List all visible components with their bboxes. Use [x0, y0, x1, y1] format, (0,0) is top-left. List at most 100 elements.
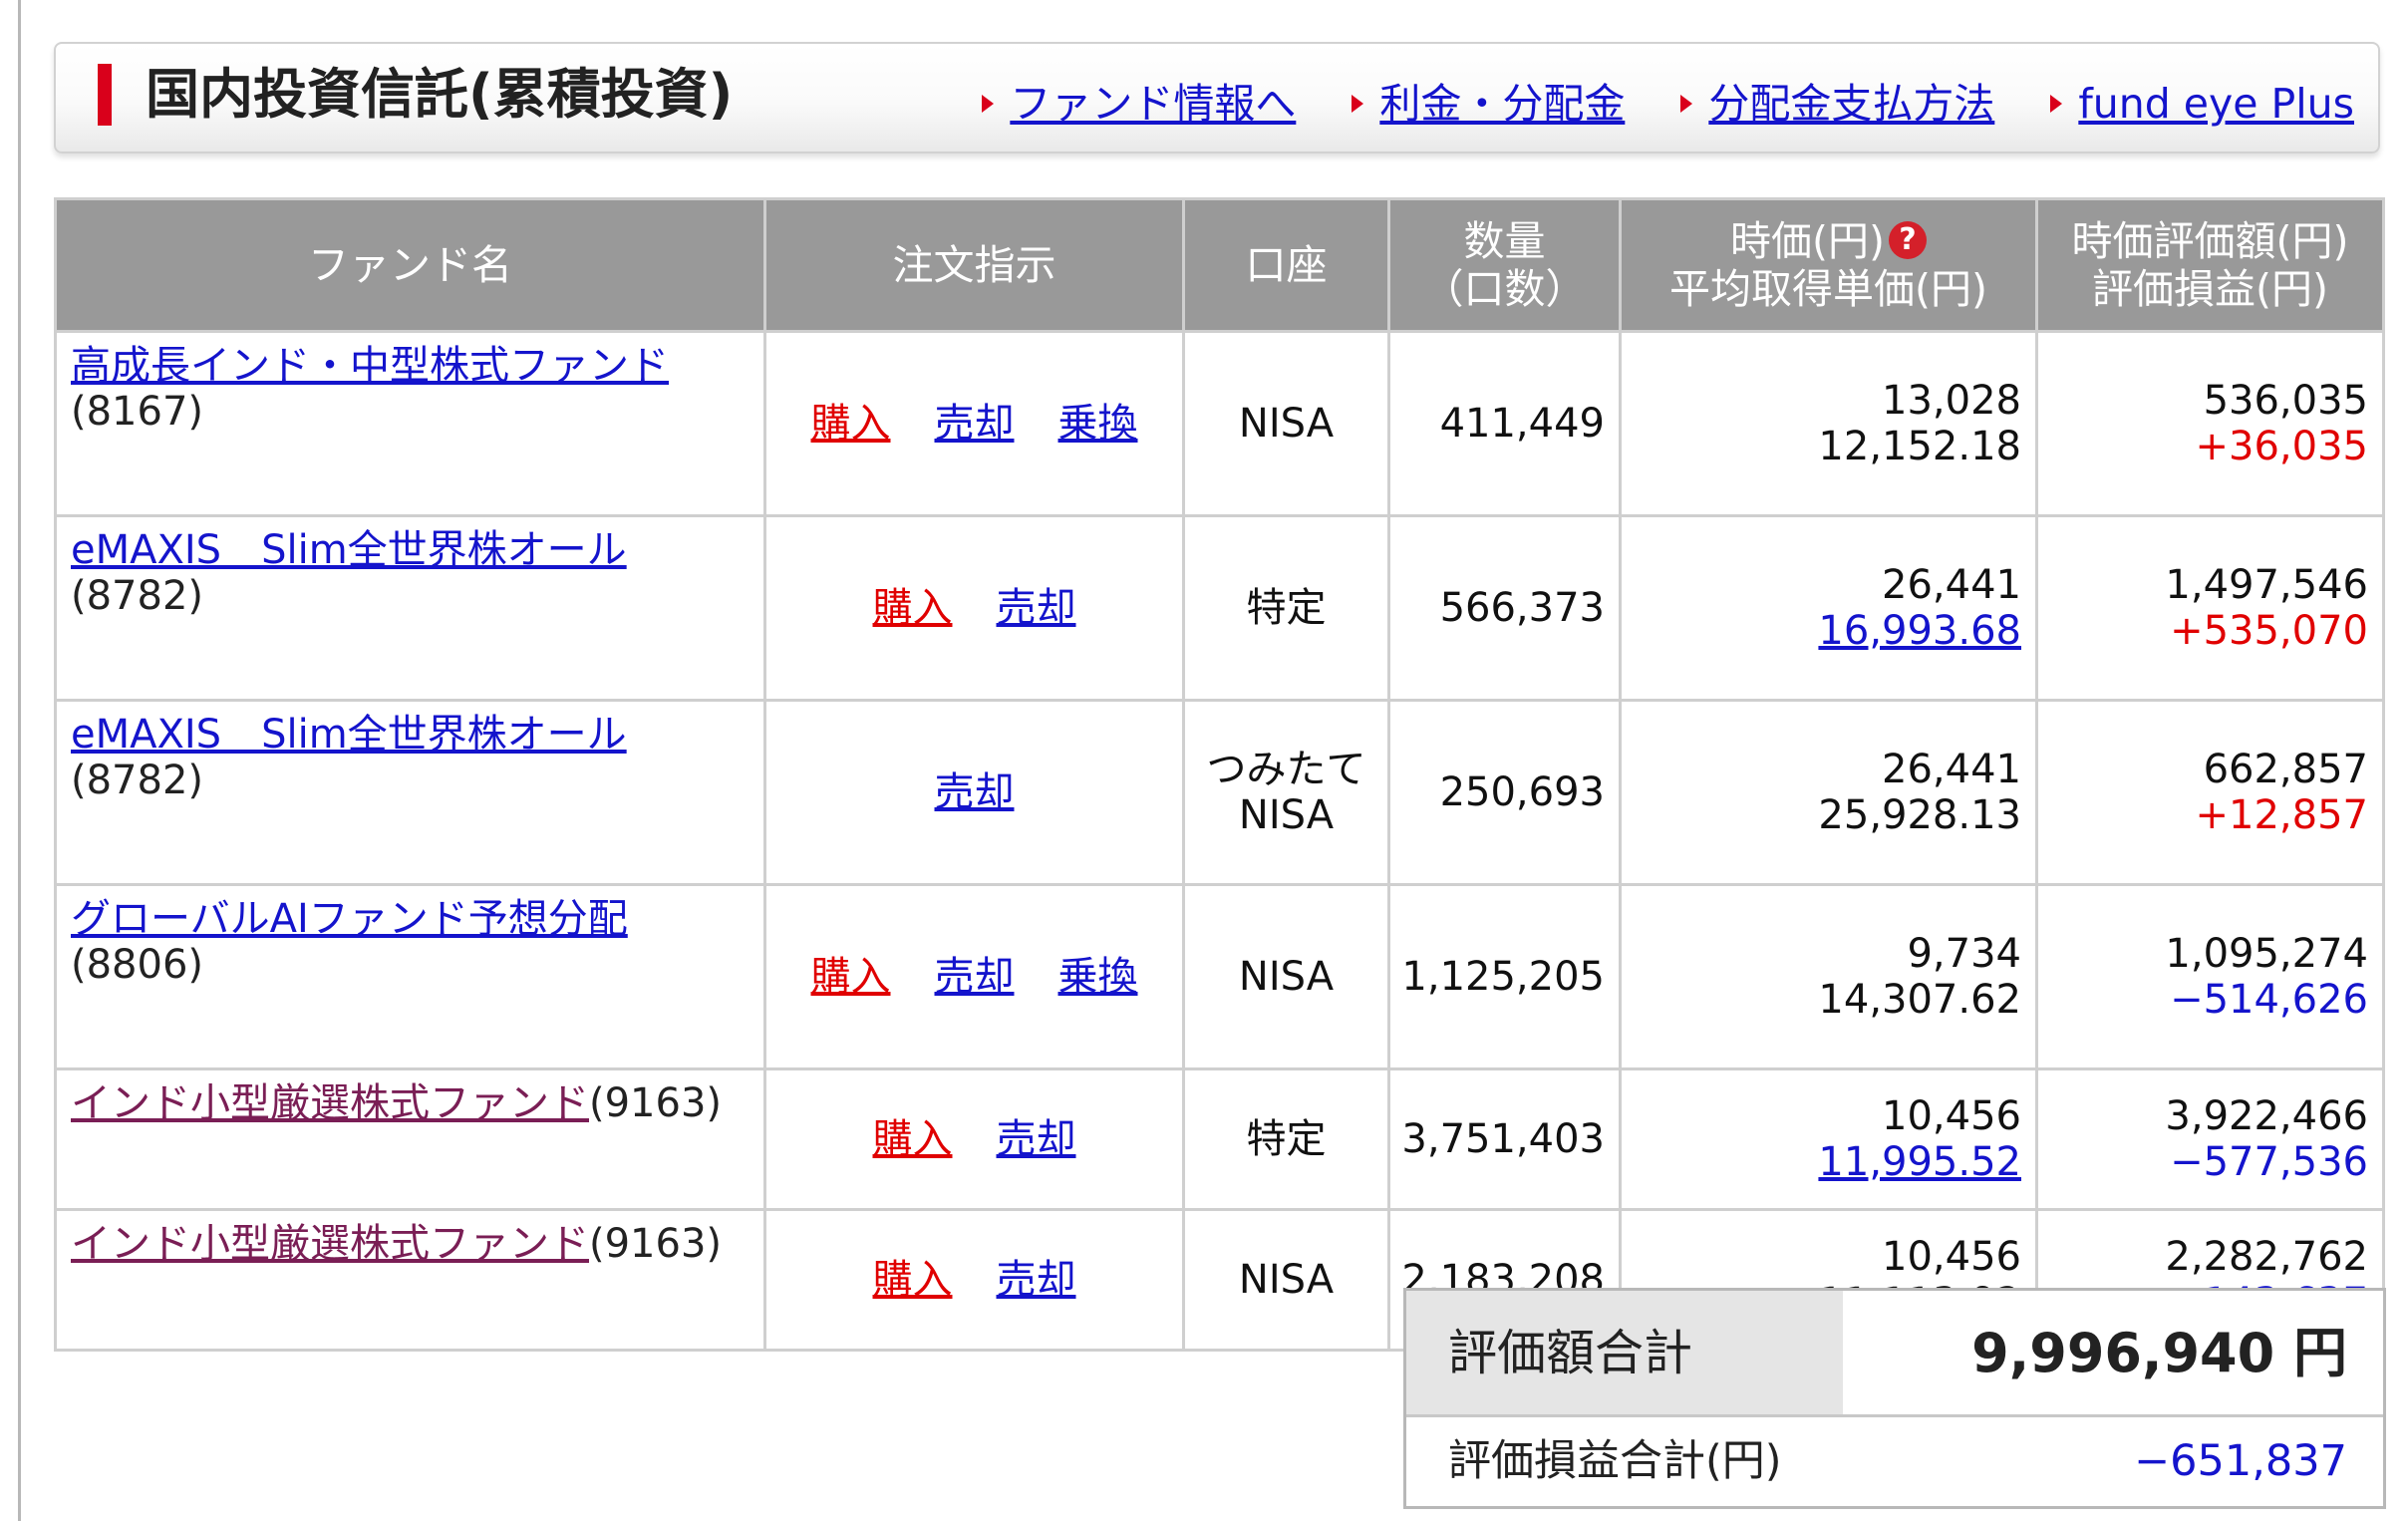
triangle-bullet-icon [1680, 95, 1693, 113]
col-header-price-label: 時価(円) [1730, 217, 1885, 265]
triangle-bullet-icon [2050, 95, 2063, 113]
sell-link[interactable]: 売却 [935, 769, 1015, 815]
holdings-table: ファンド名 注文指示 口座 数量 （口数） 時価(円)? 平均取得単価(円) 時… [54, 197, 2385, 1352]
fund-eye-plus-link-label[interactable]: fund eye Plus [2078, 80, 2354, 128]
fund-code: (8782) [71, 758, 204, 803]
price-cell: 13,028 12,152.18 [1619, 330, 2038, 517]
switch-link[interactable]: 乗換 [1058, 401, 1138, 447]
fund-cell: インド小型厳選株式ファンド(9163) [54, 1067, 766, 1211]
col-header-price-line2: 平均取得単価(円) [1669, 265, 1987, 313]
profit-loss: +12,857 [2195, 792, 2368, 838]
price-cell: 10,456 11,995.52 [1619, 1067, 2038, 1211]
col-header-quantity: 数量 （口数） [1387, 197, 1622, 333]
account-type: 特定 [1182, 514, 1390, 702]
quantity: 250,693 [1387, 699, 1622, 886]
buy-link[interactable]: 購入 [873, 1116, 953, 1162]
header-links: ファンド情報へ 利金・分配金 分配金支払方法 fund eye Plus [982, 80, 2354, 128]
buy-link[interactable]: 購入 [811, 401, 891, 447]
dividends-link-label[interactable]: 利金・分配金 [1379, 80, 1625, 128]
section-header: 国内投資信託(累積投資) ファンド情報へ 利金・分配金 分配金支払方法 fund… [54, 42, 2380, 153]
market-value: 1,497,546 [2165, 562, 2368, 608]
fund-cell: グローバルAIファンド予想分配 (8806) [54, 883, 766, 1070]
sell-link[interactable]: 売却 [997, 1257, 1076, 1303]
payout-method-link[interactable]: 分配金支払方法 [1680, 80, 1994, 128]
fund-code: (9163) [589, 1221, 723, 1267]
col-header-price-line1: 時価(円)? [1623, 217, 2034, 265]
account-type: つみたて NISA [1182, 699, 1390, 886]
total-value-label-cell: 評価額合計 [1406, 1291, 1843, 1414]
profit-loss: +36,035 [2195, 424, 2368, 469]
average-cost: 12,152.18 [1818, 424, 2021, 469]
col-header-order: 注文指示 [763, 197, 1185, 333]
col-header-fund: ファンド名 [54, 197, 766, 333]
fund-name-link[interactable]: インド小型厳選株式ファンド [71, 1221, 589, 1267]
payout-method-link-label[interactable]: 分配金支払方法 [1708, 80, 1994, 128]
table-row: eMAXIS Slim全世界株オール (8782) 売却 つみたて NISA 2… [54, 699, 2385, 886]
value-cell: 1,095,274 −514,626 [2035, 883, 2385, 1070]
value-cell: 3,922,466 −577,536 [2035, 1067, 2385, 1211]
title-accent-bar [98, 64, 112, 126]
fund-code: (8806) [71, 942, 204, 988]
price-cell: 26,441 25,928.13 [1619, 699, 2038, 886]
average-cost: 25,928.13 [1818, 792, 2021, 838]
sell-link[interactable]: 売却 [935, 401, 1015, 447]
fund-code: (9163) [589, 1080, 723, 1126]
sell-link[interactable]: 売却 [997, 1116, 1076, 1162]
fund-name-link[interactable]: インド小型厳選株式ファンド [71, 1080, 589, 1126]
fund-name-link[interactable]: 高成長インド・中型株式ファンド [71, 343, 669, 389]
total-value-row: 評価額合計 9,996,940 円 [1406, 1291, 2383, 1417]
current-price: 13,028 [1882, 378, 2021, 424]
value-cell: 1,497,546 +535,070 [2035, 514, 2385, 702]
market-value: 1,095,274 [2165, 931, 2368, 977]
triangle-bullet-icon [1352, 95, 1364, 113]
order-cell: 売却 [763, 699, 1185, 886]
col-header-quantity-line2: （口数） [1422, 265, 1587, 313]
buy-link[interactable]: 購入 [873, 585, 953, 631]
table-header-row: ファンド名 注文指示 口座 数量 （口数） 時価(円)? 平均取得単価(円) 時… [54, 197, 2385, 333]
market-value: 3,922,466 [2165, 1093, 2368, 1139]
section-title: 国内投資信託(累積投資) [146, 63, 734, 126]
table-row: eMAXIS Slim全世界株オール (8782) 購入 売却 特定 566,37… [54, 514, 2385, 702]
quantity: 411,449 [1387, 330, 1622, 517]
price-cell: 9,734 14,307.62 [1619, 883, 2038, 1070]
fund-info-link[interactable]: ファンド情報へ [982, 80, 1296, 128]
fund-info-link-label[interactable]: ファンド情報へ [1010, 80, 1296, 128]
current-price: 26,441 [1882, 747, 2021, 792]
account-type: NISA [1182, 330, 1390, 517]
table-row: インド小型厳選株式ファンド(9163) 購入 売却 特定 3,751,403 10… [54, 1067, 2385, 1211]
fund-cell: eMAXIS Slim全世界株オール (8782) [54, 514, 766, 702]
order-cell: 購入 売却 [763, 514, 1185, 702]
fund-cell: 高成長インド・中型株式ファンド (8167) [54, 330, 766, 517]
fund-name-link[interactable]: eMAXIS Slim全世界株オール [71, 712, 627, 758]
fund-name-link[interactable]: グローバルAIファンド予想分配 [71, 896, 628, 942]
quantity: 566,373 [1387, 514, 1622, 702]
average-cost-link[interactable]: 16,993.68 [1818, 608, 2021, 654]
sell-link[interactable]: 売却 [997, 585, 1076, 631]
dividends-link[interactable]: 利金・分配金 [1352, 80, 1625, 128]
fund-name-link[interactable]: eMAXIS Slim全世界株オール [71, 527, 627, 573]
col-header-quantity-line1: 数量 [1463, 217, 1546, 265]
col-header-price: 時価(円)? 平均取得単価(円) [1619, 197, 2038, 333]
fund-cell: インド小型厳選株式ファンド(9163) [54, 1208, 766, 1352]
sell-link[interactable]: 売却 [935, 954, 1015, 1000]
value-cell: 662,857 +12,857 [2035, 699, 2385, 886]
account-type: 特定 [1182, 1067, 1390, 1211]
price-cell: 26,441 16,993.68 [1619, 514, 2038, 702]
current-price: 9,734 [1907, 931, 2021, 977]
help-icon[interactable]: ? [1889, 221, 1927, 259]
buy-link[interactable]: 購入 [873, 1257, 953, 1303]
buy-link[interactable]: 購入 [811, 954, 891, 1000]
fund-eye-plus-link[interactable]: fund eye Plus [2050, 80, 2354, 128]
profit-loss: −514,626 [2170, 977, 2368, 1023]
account-type: NISA [1182, 1208, 1390, 1352]
account-type-line2: NISA [1238, 792, 1335, 838]
switch-link[interactable]: 乗換 [1058, 954, 1138, 1000]
average-cost-link[interactable]: 11,995.52 [1818, 1139, 2021, 1185]
fund-cell: eMAXIS Slim全世界株オール (8782) [54, 699, 766, 886]
col-header-account: 口座 [1182, 197, 1390, 333]
value-cell: 536,035 +36,035 [2035, 330, 2385, 517]
quantity: 3,751,403 [1387, 1067, 1622, 1211]
profit-loss: −577,536 [2170, 1139, 2368, 1185]
quantity: 1,125,205 [1387, 883, 1622, 1070]
left-border [18, 0, 21, 1521]
